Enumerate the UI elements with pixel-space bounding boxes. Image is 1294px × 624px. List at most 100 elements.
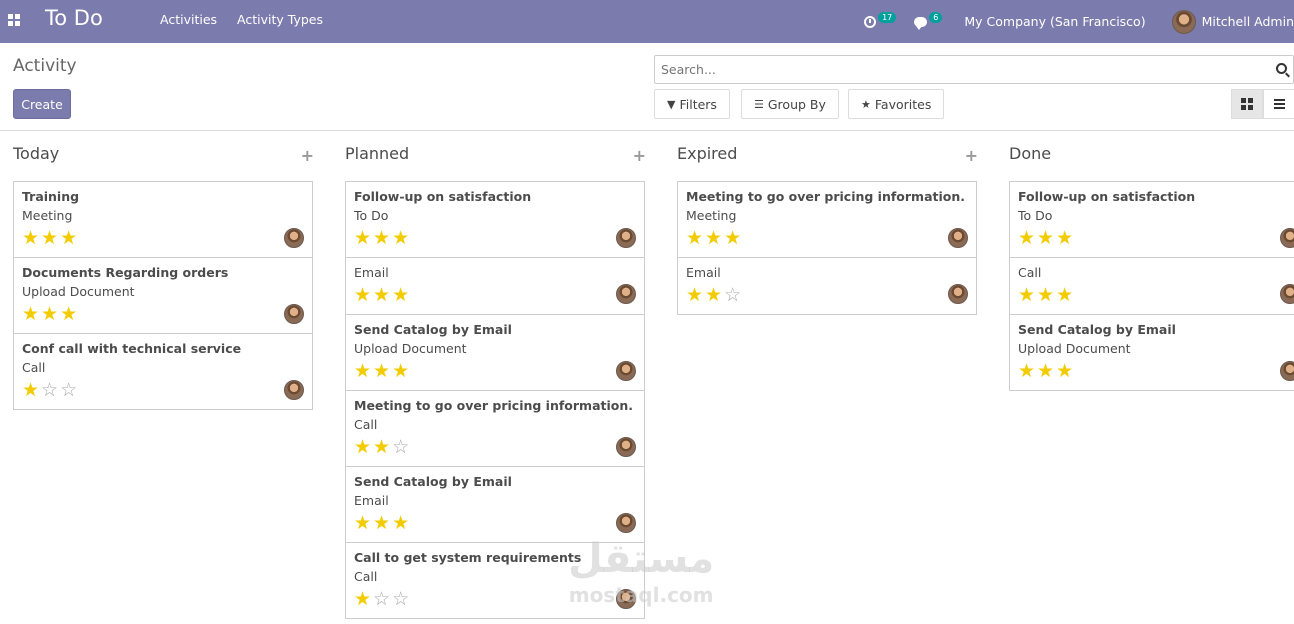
search-bar [654, 55, 1294, 84]
company-switcher[interactable]: My Company (San Francisco) [964, 14, 1145, 29]
list-view-button[interactable] [1263, 89, 1294, 119]
star-filled-icon[interactable]: ★ [1018, 228, 1035, 248]
star-empty-icon[interactable]: ☆ [724, 285, 741, 305]
star-filled-icon[interactable]: ★ [724, 228, 741, 248]
assignee-avatar[interactable] [284, 380, 304, 400]
star-filled-icon[interactable]: ★ [354, 228, 371, 248]
activity-card[interactable]: Meeting to go over pricing information. C… [345, 391, 645, 467]
star-filled-icon[interactable]: ★ [354, 513, 371, 533]
star-empty-icon[interactable]: ☆ [41, 380, 58, 400]
star-empty-icon[interactable]: ☆ [392, 589, 409, 609]
assignee-avatar[interactable] [284, 304, 304, 324]
favorites-button[interactable]: ★ Favorites [848, 89, 945, 119]
star-filled-icon[interactable]: ★ [392, 285, 409, 305]
menu-activity-types[interactable]: Activity Types [237, 12, 323, 27]
star-filled-icon[interactable]: ★ [60, 304, 77, 324]
kanban-view-button[interactable] [1231, 89, 1263, 119]
star-filled-icon[interactable]: ★ [373, 513, 390, 533]
menu-activities[interactable]: Activities [160, 12, 217, 27]
star-filled-icon[interactable]: ★ [705, 285, 722, 305]
apps-menu-icon[interactable] [8, 14, 20, 26]
activity-card[interactable]: Meeting to go over pricing information. M… [677, 181, 977, 258]
activity-card[interactable]: Email ★ ★ ☆ [677, 258, 977, 315]
star-filled-icon[interactable]: ★ [1018, 285, 1035, 305]
star-empty-icon[interactable]: ☆ [392, 437, 409, 457]
messaging-menu[interactable]: 6 [914, 12, 943, 30]
activity-card[interactable]: Follow-up on satisfaction To Do ★ ★ ★ [1009, 181, 1294, 258]
column-title[interactable]: Today [13, 144, 59, 163]
activity-card[interactable]: Documents Regarding orders Upload Documen… [13, 258, 313, 334]
star-filled-icon[interactable]: ★ [1056, 228, 1073, 248]
assignee-avatar[interactable] [1280, 361, 1294, 381]
clock-icon [864, 15, 877, 28]
column-title[interactable]: Expired [677, 144, 737, 163]
star-filled-icon[interactable]: ★ [1018, 361, 1035, 381]
activity-card[interactable]: Send Catalog by Email Upload Document ★ ★ ★ [1009, 315, 1294, 391]
assignee-avatar[interactable] [948, 284, 968, 304]
star-empty-icon[interactable]: ☆ [60, 380, 77, 400]
kanban-column-done: Done+Follow-up on satisfactionTo Do★★★Ca… [1009, 131, 1294, 391]
star-filled-icon[interactable]: ★ [354, 437, 371, 457]
group-by-button[interactable]: ☰ Group By [741, 89, 839, 119]
activity-menu[interactable]: 17 [864, 12, 897, 28]
assignee-avatar[interactable] [616, 228, 636, 248]
star-filled-icon[interactable]: ★ [1037, 285, 1054, 305]
column-header: Expired + [677, 131, 978, 181]
star-filled-icon[interactable]: ★ [686, 285, 703, 305]
activity-card[interactable]: Follow-up on satisfaction To Do ★ ★ ★ [345, 181, 645, 258]
assignee-avatar[interactable] [948, 228, 968, 248]
column-title[interactable]: Planned [345, 144, 409, 163]
activity-card[interactable]: Send Catalog by Email Email ★ ★ ★ [345, 467, 645, 543]
assignee-avatar[interactable] [616, 284, 636, 304]
activity-card[interactable]: Send Catalog by Email Upload Document ★ ★ ★ [345, 315, 645, 391]
assignee-avatar[interactable] [616, 437, 636, 457]
user-menu[interactable]: Mitchell Admin [1171, 9, 1294, 34]
star-filled-icon[interactable]: ★ [392, 513, 409, 533]
star-filled-icon[interactable]: ★ [354, 589, 371, 609]
star-empty-icon[interactable]: ☆ [373, 589, 390, 609]
star-filled-icon[interactable]: ★ [1056, 361, 1073, 381]
column-title[interactable]: Done [1009, 144, 1051, 163]
kanban-icon [1241, 98, 1253, 110]
add-to-column-icon[interactable]: + [965, 146, 978, 165]
card-title: Send Catalog by Email [1018, 322, 1176, 337]
favorites-label: Favorites [874, 96, 932, 112]
star-filled-icon[interactable]: ★ [686, 228, 703, 248]
star-filled-icon[interactable]: ★ [392, 361, 409, 381]
star-filled-icon[interactable]: ★ [41, 304, 58, 324]
star-filled-icon[interactable]: ★ [60, 228, 77, 248]
search-input[interactable] [655, 56, 1255, 83]
star-filled-icon[interactable]: ★ [705, 228, 722, 248]
add-to-column-icon[interactable]: + [301, 146, 314, 165]
activity-type: To Do [354, 208, 389, 223]
activity-card[interactable]: Email ★ ★ ★ [345, 258, 645, 315]
star-filled-icon[interactable]: ★ [373, 437, 390, 457]
activity-card[interactable]: Training Meeting ★ ★ ★ [13, 181, 313, 258]
star-filled-icon[interactable]: ★ [392, 228, 409, 248]
star-filled-icon[interactable]: ★ [354, 285, 371, 305]
assignee-avatar[interactable] [1280, 284, 1294, 304]
star-filled-icon[interactable]: ★ [1037, 228, 1054, 248]
search-icon[interactable] [1276, 63, 1287, 74]
priority-stars: ★ ★ ★ [1018, 228, 1294, 248]
create-button[interactable]: Create [13, 89, 71, 119]
star-filled-icon[interactable]: ★ [373, 228, 390, 248]
activity-card[interactable]: Conf call with technical service Call ★ ☆ ☆ [13, 334, 313, 410]
star-filled-icon[interactable]: ★ [373, 361, 390, 381]
star-filled-icon[interactable]: ★ [22, 228, 39, 248]
assignee-avatar[interactable] [616, 513, 636, 533]
star-filled-icon[interactable]: ★ [22, 380, 39, 400]
activity-card[interactable]: Call ★ ★ ★ [1009, 258, 1294, 315]
add-to-column-icon[interactable]: + [633, 146, 646, 165]
filters-button[interactable]: ▼ Filters [654, 89, 730, 119]
star-filled-icon[interactable]: ★ [373, 285, 390, 305]
star-filled-icon[interactable]: ★ [41, 228, 58, 248]
assignee-avatar[interactable] [284, 228, 304, 248]
star-filled-icon[interactable]: ★ [354, 361, 371, 381]
star-filled-icon[interactable]: ★ [22, 304, 39, 324]
star-filled-icon[interactable]: ★ [1037, 361, 1054, 381]
assignee-avatar[interactable] [616, 361, 636, 381]
star-filled-icon[interactable]: ★ [1056, 285, 1073, 305]
column-header: Done+ [1009, 131, 1294, 181]
assignee-avatar[interactable] [1280, 228, 1294, 248]
